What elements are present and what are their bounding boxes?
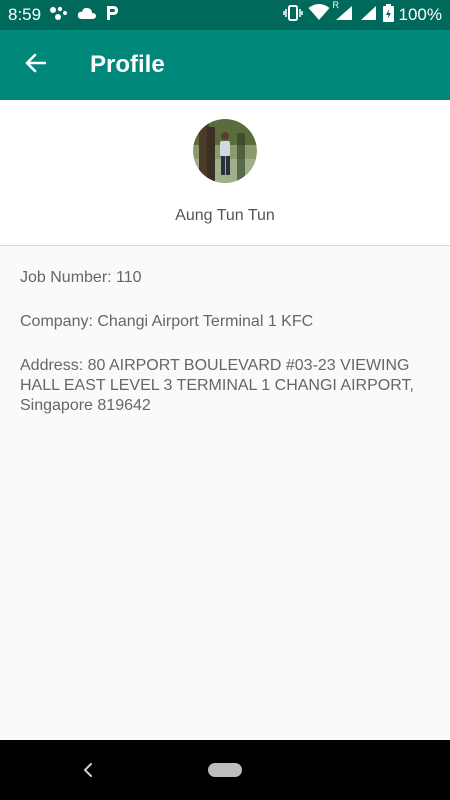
- profile-header: Aung Tun Tun: [0, 100, 450, 246]
- battery-percent: 100%: [398, 5, 442, 24]
- vibrate-icon: [282, 4, 303, 26]
- profile-details: Job Number: 110 Company: Changi Airport …: [20, 268, 432, 440]
- job-number-text: Job Number: 110: [20, 269, 142, 286]
- nav-back-icon[interactable]: [78, 758, 98, 782]
- cloud-icon: [77, 5, 97, 25]
- status-bar: 8:59 R 100%: [0, 0, 450, 30]
- company-text: Company: Changi Airport Terminal 1 KFC: [20, 313, 314, 330]
- battery-icon: [382, 3, 394, 27]
- page-title: Profile: [90, 51, 165, 78]
- arrow-back-icon: [24, 52, 47, 79]
- address-text: Address: 80 AIRPORT BOULEVARD #03-23 VIE…: [20, 357, 414, 414]
- back-button[interactable]: [0, 30, 70, 100]
- nav-home-icon[interactable]: [208, 763, 242, 777]
- wifi-icon: [308, 4, 330, 26]
- signal-icon-2: [360, 4, 378, 26]
- avatar[interactable]: [193, 119, 257, 183]
- navigation-bar: [0, 740, 450, 800]
- network-badge: R: [332, 0, 340, 10]
- signal-icon: R: [333, 0, 355, 26]
- status-time: 8:59: [8, 5, 42, 24]
- profile-name: Aung Tun Tun: [175, 207, 275, 224]
- app-bar: Profile: [0, 30, 450, 100]
- assistant-icon: [49, 5, 69, 26]
- parking-icon: [105, 4, 119, 26]
